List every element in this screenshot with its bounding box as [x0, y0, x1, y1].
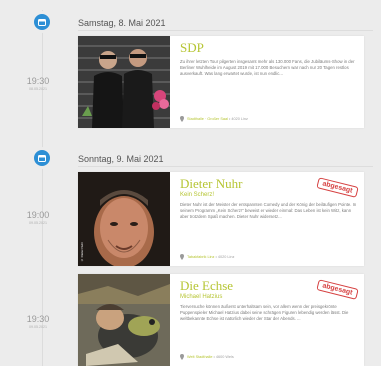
divider	[78, 30, 373, 31]
event-subtitle: Michael Hatzius	[180, 294, 223, 300]
event-subtitle: Kein Scherz!	[180, 192, 215, 198]
calendar-icon	[34, 14, 50, 30]
day-header: Samstag, 8. Mai 2021	[78, 18, 166, 28]
event-description: Dieter Nuhr ist der Meister der entspann…	[180, 202, 357, 220]
event-location: Welt Stadthalle • 4600 Wels	[180, 354, 234, 360]
event-card-die-echse[interactable]: Die Echse Michael Hatzius Tierversuche k…	[78, 274, 364, 366]
event-venue[interactable]: Stadthalle · Großer Saal	[187, 117, 228, 121]
event-location: Tabakfabrik Linz • 4020 Linz	[180, 254, 234, 260]
location-pin-icon	[180, 254, 184, 260]
event-description: Zu ihrer letzten Tour pilgerten insgesam…	[180, 59, 355, 77]
image-credit: © Dieter Nuhr	[80, 241, 84, 262]
timeline-line	[42, 10, 43, 366]
calendar-icon	[34, 150, 50, 166]
event-city: • 4020 Linz	[215, 255, 235, 259]
event-description: Tierversuche können äußerst unterhaltsam…	[180, 304, 349, 322]
divider	[78, 166, 373, 167]
event-image[interactable]	[78, 274, 170, 366]
location-pin-icon	[180, 116, 184, 122]
event-venue[interactable]: Tabakfabrik Linz	[187, 255, 214, 259]
event-image[interactable]	[78, 36, 170, 128]
event-image[interactable]: © Dieter Nuhr	[78, 172, 170, 266]
day-header: Sonntag, 9. Mai 2021	[78, 154, 164, 164]
event-location: Stadthalle · Großer Saal • 4020 Linz	[180, 116, 248, 122]
event-city: • 4600 Wels	[213, 355, 234, 359]
event-city: • 4020 Linz	[229, 117, 248, 121]
event-time: 19:30 09.05.2021	[26, 314, 50, 329]
event-venue[interactable]: Welt Stadthalle	[187, 355, 212, 359]
event-time: 19:00 09.05.2021	[26, 210, 50, 225]
event-time: 19:30 08.05.2021	[26, 76, 50, 91]
location-pin-icon	[180, 354, 184, 360]
event-card-sdp[interactable]: SDP Zu ihrer letzten Tour pilgerten insg…	[78, 36, 364, 128]
event-card-dieter-nuhr[interactable]: © Dieter Nuhr Dieter Nuhr Kein Scherz! D…	[78, 172, 364, 266]
event-title[interactable]: SDP	[180, 40, 358, 55]
